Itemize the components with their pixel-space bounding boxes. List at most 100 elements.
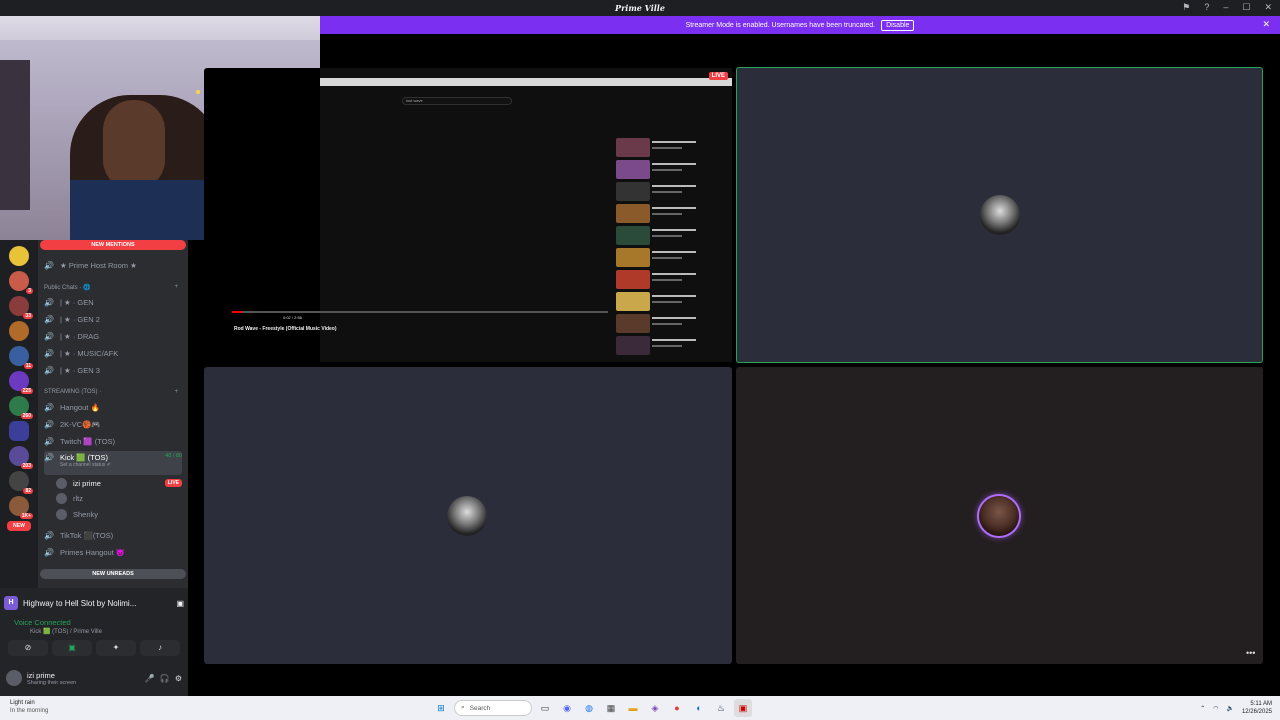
channel-twitch[interactable]: 🔊 Twitch 🟪 (TOS) <box>44 434 182 448</box>
voice-user-rltz[interactable]: rltz <box>56 491 182 505</box>
more-options-icon[interactable]: ••• <box>1246 648 1255 658</box>
voice-user-izi-prime[interactable]: izi prime LIVE <box>56 476 182 490</box>
server-badge: 225 <box>20 388 33 394</box>
taskbar-search[interactable]: ⌕ Search <box>454 700 532 716</box>
disable-streamer-mode-button[interactable]: Disable <box>881 19 915 31</box>
server-icon-9[interactable]: 82 <box>9 471 33 494</box>
channel-gen-3[interactable]: 🔊 | ★ · GEN 3 <box>44 363 182 377</box>
chevron-up-icon[interactable]: ⌃ <box>1200 705 1205 712</box>
app-icon[interactable]: ◈ <box>646 699 664 717</box>
search-label: Search <box>469 704 491 712</box>
participant-tile-2[interactable] <box>204 367 732 664</box>
server-icon-8[interactable]: 203 <box>9 446 33 469</box>
activity-row[interactable]: H Highway to Hell Slot by Nolimi... ▣ <box>4 592 184 614</box>
edge-icon[interactable]: ◐ <box>690 699 708 717</box>
voice-user-name: izi prime <box>73 478 101 488</box>
folder-icon[interactable] <box>9 421 29 441</box>
server-icon-3[interactable]: 33 <box>9 296 33 319</box>
discord-taskbar-icon[interactable]: ◉ <box>558 699 576 717</box>
screen-share-button[interactable]: ▣ <box>52 640 92 656</box>
channel-label: | ★ · DRAG <box>60 331 100 341</box>
chrome-taskbar-icon[interactable]: ◍ <box>580 699 598 717</box>
server-icon-1[interactable] <box>9 246 29 266</box>
voice-channel-label[interactable]: Kick 🟩 (TOS) / Prime Ville <box>30 628 102 635</box>
speaker-icon: 🔊 <box>44 331 54 341</box>
category-public-chats[interactable]: Public Chats · 🌐 + <box>44 284 178 291</box>
channel-tiktok[interactable]: 🔊 TikTok ⬛(TOS) <box>44 528 182 542</box>
window-controls: ⚑ ? – ☐ ✕ <box>1182 2 1272 13</box>
channel-2k-vc[interactable]: 🔊 2K-VC🏀🎮 <box>44 417 182 431</box>
add-channel-icon[interactable]: + <box>174 284 178 291</box>
steam-icon[interactable]: ♨ <box>712 699 730 717</box>
clock[interactable]: 5:11 AM 12/26/2025 <box>1242 700 1272 716</box>
speaker-icon: 🔊 <box>44 314 54 324</box>
activity-action-icon[interactable]: ▣ <box>176 599 184 608</box>
youtube-recommendations <box>616 108 726 358</box>
maximize-button[interactable]: ☐ <box>1242 2 1250 13</box>
server-icon-2[interactable]: 3 <box>9 271 33 294</box>
channel-label: 2K-VC🏀🎮 <box>60 419 101 429</box>
participant-tile-speaking[interactable] <box>736 67 1263 363</box>
channel-label: ★ Prime Host Room ★ <box>60 260 137 270</box>
volume-icon[interactable]: 🔈 <box>1226 705 1233 712</box>
browser-tabbar <box>320 78 732 86</box>
avatar[interactable] <box>6 670 22 686</box>
weather-title: Light rain <box>10 700 35 706</box>
weather-widget[interactable]: Light rain In the morning <box>10 699 48 715</box>
headphones-icon[interactable]: 🎧 <box>160 674 170 683</box>
new-mentions-pill[interactable]: NEW MENTIONS <box>40 240 186 250</box>
start-icon[interactable]: ⊞ <box>432 699 450 717</box>
task-view-icon[interactable]: ▭ <box>536 699 554 717</box>
terminal-icon[interactable]: ▣ <box>734 699 752 717</box>
channel-primes-hangout[interactable]: 🔊 Primes Hangout 😈 <box>44 545 182 559</box>
server-icon-4[interactable] <box>9 321 29 341</box>
activities-button[interactable]: ✦ <box>96 640 136 656</box>
voice-user-shenky[interactable]: Shenky <box>56 507 182 521</box>
server-icon-6[interactable]: 225 <box>9 371 33 394</box>
server-icon-5[interactable]: 11 <box>9 346 33 369</box>
username: izi prime <box>27 670 55 680</box>
channel-kick-selected[interactable]: 🔊 Kick 🟩 (TOS) Set a channel status ✐ 48… <box>44 451 182 475</box>
wifi-icon[interactable]: ◠ <box>1213 705 1218 712</box>
channel-label: | ★ · GEN 2 <box>60 314 100 324</box>
video-progress-bar <box>232 311 608 313</box>
category-streaming[interactable]: STREAMING (TOS) · + <box>44 389 178 395</box>
add-channel-icon[interactable]: + <box>174 389 178 395</box>
user-row: izi prime Sharing their screen 🎤 🎧 ⚙ <box>6 666 182 690</box>
server-badge: 82 <box>23 488 33 494</box>
title-bar: Prime Ville ⚑ ? – ☐ ✕ <box>0 0 1280 16</box>
help-icon[interactable]: ? <box>1204 2 1209 13</box>
avatar <box>56 508 67 520</box>
file-explorer-icon[interactable]: ▬ <box>624 699 642 717</box>
server-badge: 260 <box>20 413 33 419</box>
user-status: Sharing their screen <box>27 679 77 686</box>
camera-off-button[interactable]: ⊘ <box>8 640 48 656</box>
settings-gear-icon[interactable]: ⚙ <box>175 674 182 683</box>
close-banner-icon[interactable]: ✕ <box>1262 19 1270 30</box>
channel-label: | ★ · MUSIC/AFK <box>60 348 119 358</box>
category-label: Public Chats · 🌐 <box>44 285 91 291</box>
obs-icon[interactable]: ● <box>668 699 686 717</box>
calculator-icon[interactable]: ▦ <box>602 699 620 717</box>
server-icon-7[interactable]: 260 <box>9 396 33 419</box>
webcam-face <box>103 100 165 190</box>
inbox-icon[interactable]: ⚑ <box>1182 2 1190 13</box>
channel-music-afk[interactable]: 🔊 | ★ · MUSIC/AFK <box>44 346 182 360</box>
soundboard-button[interactable]: ♪ <box>140 640 180 656</box>
minimize-button[interactable]: – <box>1223 2 1228 13</box>
server-icon-10[interactable]: 1K+ <box>9 496 33 519</box>
channel-hangout[interactable]: 🔊 Hangout 🔥 <box>44 400 182 414</box>
close-button[interactable]: ✕ <box>1264 2 1272 13</box>
microphone-icon[interactable]: 🎤 <box>145 674 155 683</box>
new-unreads-pill[interactable]: NEW UNREADS <box>40 569 186 579</box>
channel-gen[interactable]: 🔊 | ★ · GEN <box>44 295 182 309</box>
channel-gen-2[interactable]: 🔊 | ★ · GEN 2 <box>44 312 182 326</box>
server-badge: 1K+ <box>19 513 33 519</box>
channel-status[interactable]: Set a channel status ✐ <box>60 462 159 468</box>
channel-label: | ★ · GEN 3 <box>60 365 100 375</box>
channel-drag[interactable]: 🔊 | ★ · DRAG <box>44 329 182 343</box>
channel-label: Kick 🟩 (TOS) <box>60 453 108 462</box>
channel-prime-host-room[interactable]: 🔊 ★ Prime Host Room ★ <box>44 258 182 272</box>
clock-date: 12/26/2025 <box>1241 709 1272 715</box>
participant-tile-3[interactable] <box>736 367 1263 664</box>
